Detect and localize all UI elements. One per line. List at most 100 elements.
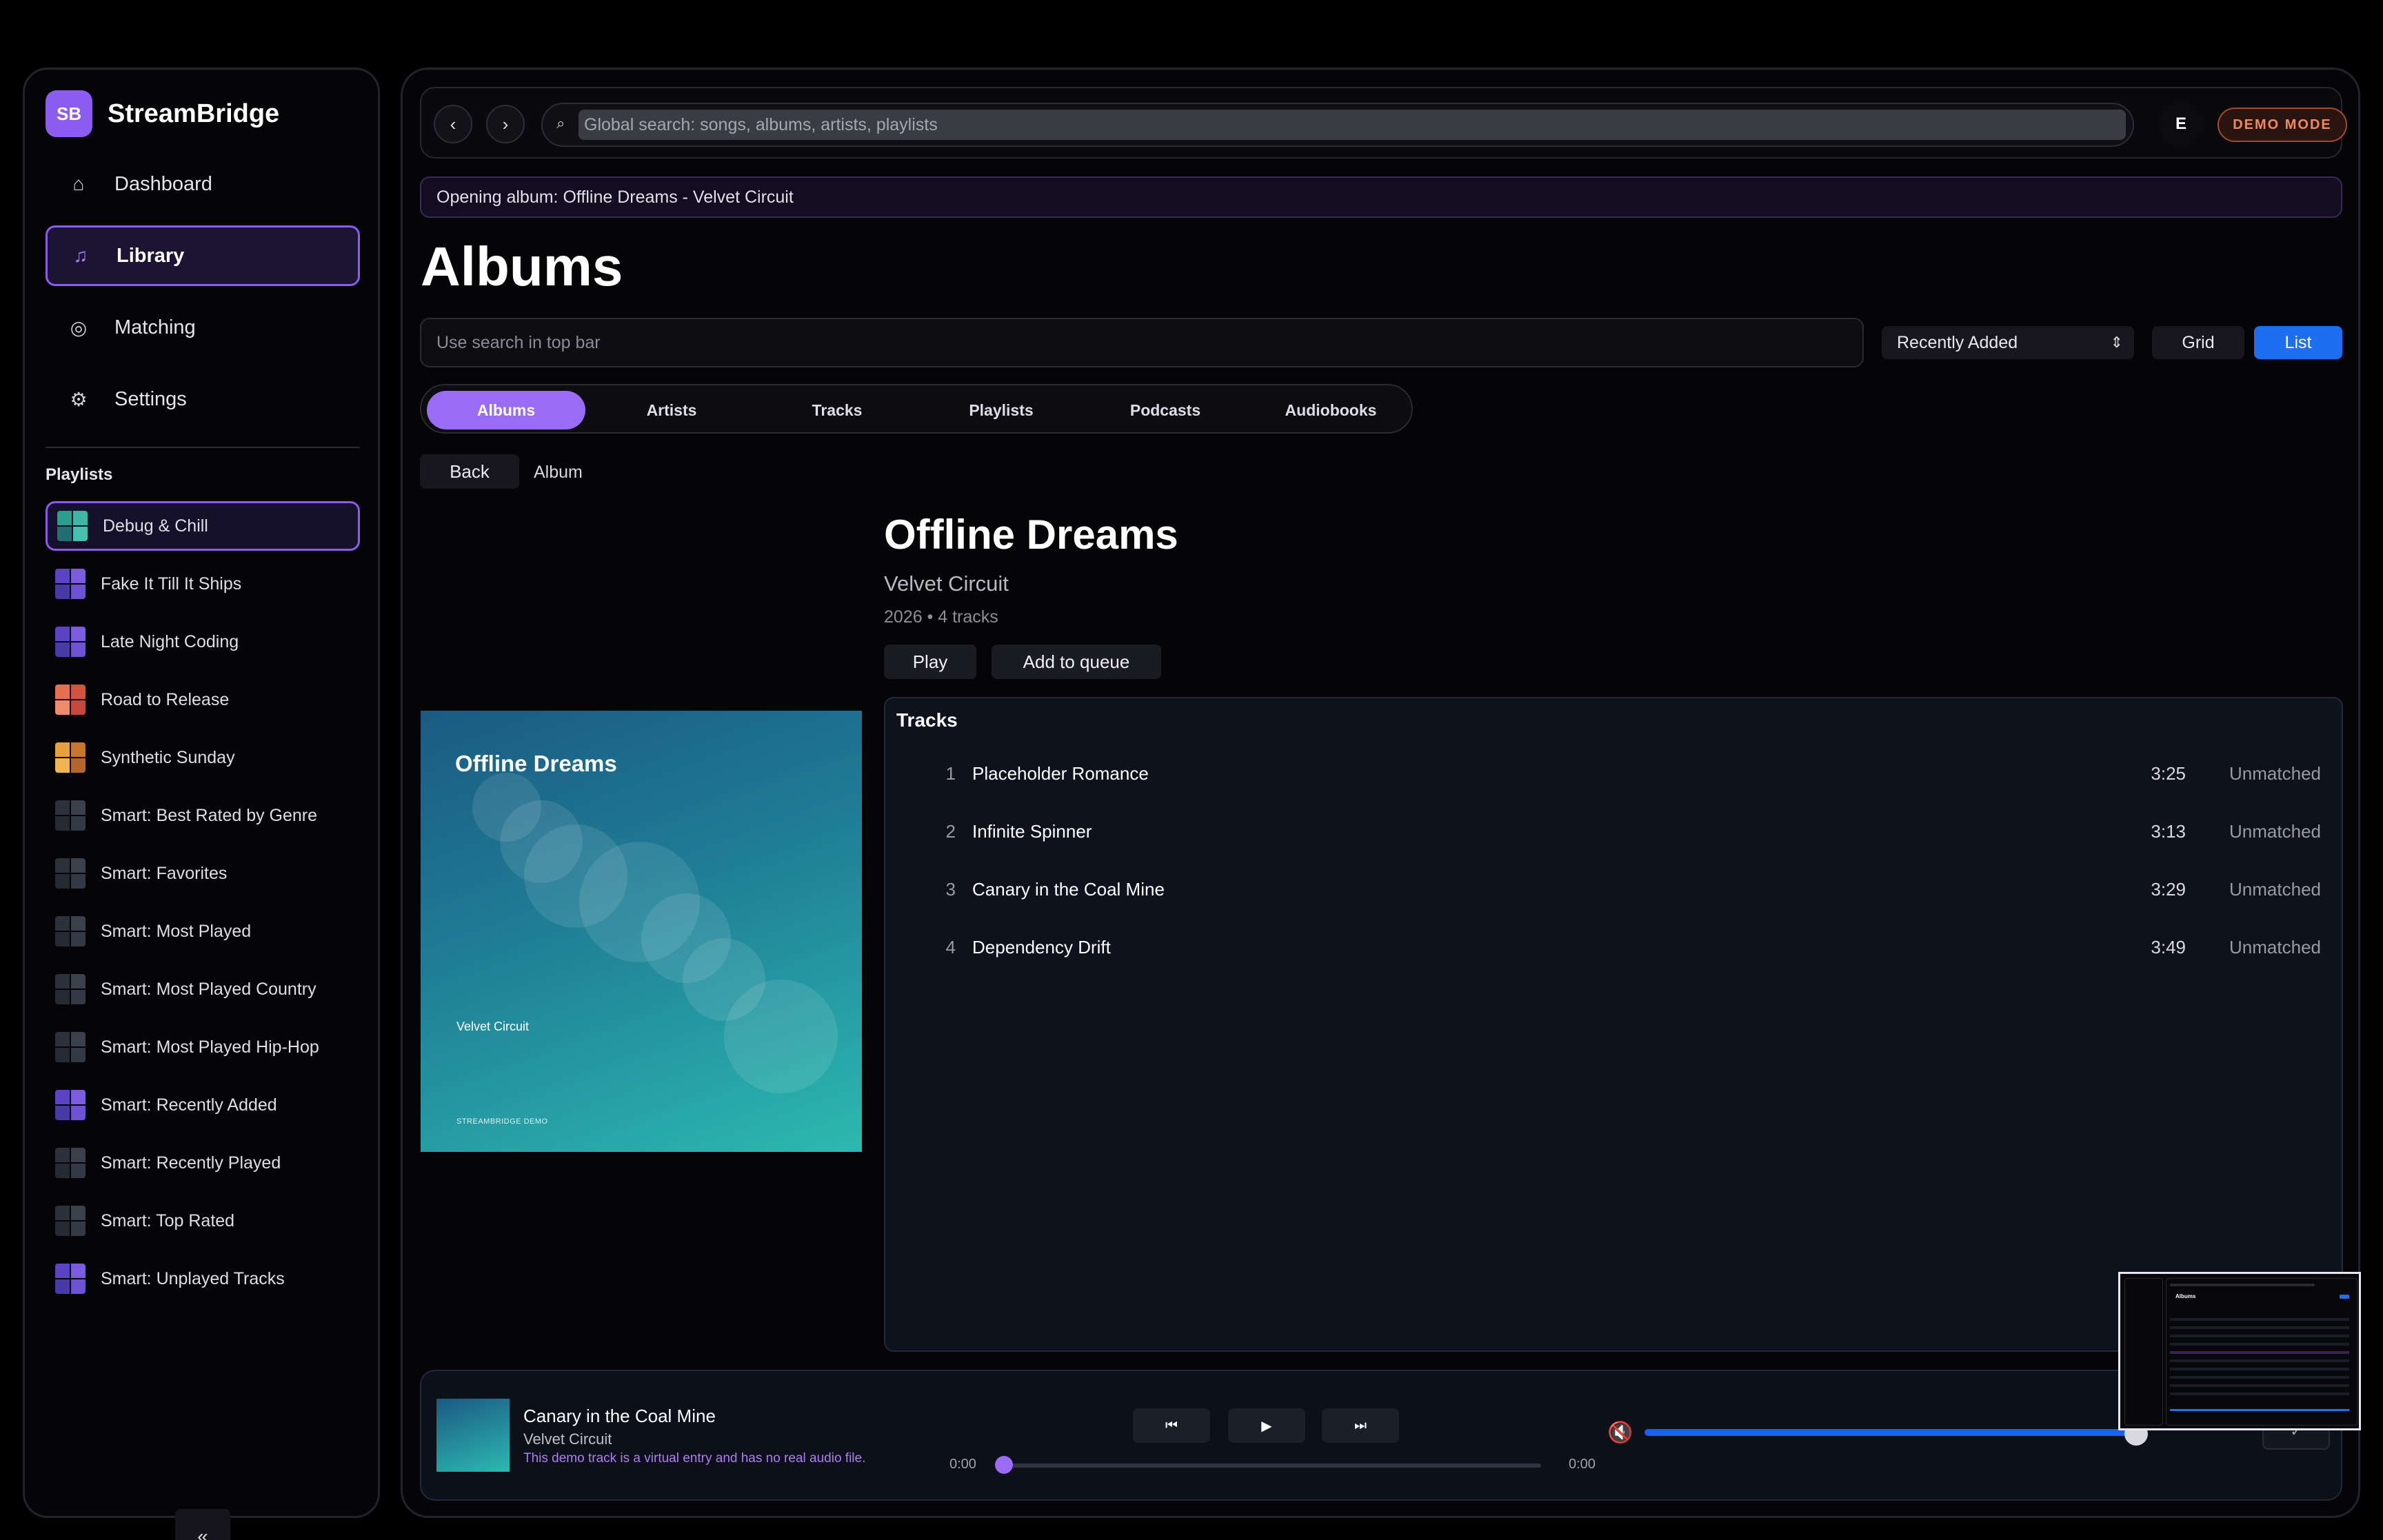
music-note-icon: ♫ [73,245,88,266]
playlist-label: Smart: Most Played Country [101,979,316,999]
demo-track-note: This demo track is a virtual entry and h… [523,1451,866,1466]
playlist-item[interactable]: Road to Release [46,675,360,725]
play-album-button[interactable]: Play [884,645,976,679]
breadcrumb: Album [534,463,583,482]
play-pause-button[interactable]: ▶ [1228,1408,1305,1443]
playlist-cover-icon [55,858,86,889]
elapsed-time: 0:00 [949,1457,976,1472]
brand-name: StreamBridge [108,99,280,128]
brand-logo: SB [46,90,92,137]
album-artist[interactable]: Velvet Circuit [884,571,1009,596]
tab-playlists[interactable]: Playlists [922,391,1080,429]
playlist-cover-icon [55,627,86,657]
nav-item-library[interactable]: ♫ Library [46,225,360,286]
tab-tracks[interactable]: Tracks [758,391,916,429]
playlist-label: Smart: Recently Added [101,1095,277,1115]
playlist-label: Smart: Top Rated [101,1210,235,1230]
track-number: 2 [945,821,956,842]
playlists-heading: Playlists [46,465,113,484]
volume-muted-icon[interactable]: 🔇 [1607,1421,1633,1445]
playlist-cover-icon [55,1264,86,1294]
tab-albums[interactable]: Albums [427,391,585,429]
track-row[interactable]: 2 Infinite Spinner 3:13 Unmatched [885,803,2342,861]
add-to-queue-button[interactable]: Add to queue [992,645,1161,679]
library-tabs: Albums Artists Tracks Playlists Podcasts… [420,384,1413,434]
back-nav-button[interactable]: ‹ [434,105,472,143]
preview-title: Albums [2175,1293,2196,1299]
playlist-item[interactable]: Smart: Most Played [46,906,360,956]
album-title: Offline Dreams [884,511,1178,558]
playlist-item[interactable]: Smart: Favorites [46,849,360,898]
playlist-item[interactable]: Smart: Most Played Country [46,964,360,1014]
nav-item-dashboard[interactable]: ⌂ Dashboard [46,154,360,214]
tracks-heading: Tracks [896,709,958,731]
track-number: 4 [945,937,956,958]
forward-nav-button[interactable]: › [486,105,525,143]
page-title: Albums [421,236,623,297]
playlist-item[interactable]: Fake It Till It Ships [46,559,360,609]
previous-track-button[interactable]: ⏮ [1133,1408,1210,1443]
playlist-label: Late Night Coding [101,631,239,651]
track-match-status: Unmatched [2229,763,2321,784]
album-cover[interactable]: Offline Dreams Velvet Circuit STREAMBRID… [421,711,862,1152]
playlist-cover-icon [55,1148,86,1178]
track-row[interactable]: 3 Canary in the Coal Mine 3:29 Unmatched [885,861,2342,919]
playlist-item[interactable]: Debug & Chill [46,501,360,551]
playlist-label: Smart: Most Played Hip-Hop [101,1037,319,1057]
track-row[interactable]: 1 Placeholder Romance 3:25 Unmatched [885,745,2342,803]
playlist-item[interactable]: Smart: Unplayed Tracks [46,1254,360,1304]
playlist-cover-icon [55,1032,86,1062]
collapse-sidebar-button[interactable]: « [175,1509,230,1540]
playlist-item[interactable]: Synthetic Sunday [46,733,360,782]
screenshot-preview[interactable]: Albums [2118,1272,2361,1430]
total-time: 0:00 [1569,1457,1596,1472]
playlist-item[interactable]: Smart: Recently Played [46,1138,360,1188]
track-number: 3 [945,879,956,900]
playlist-cover-icon [55,1206,86,1236]
playlist-item[interactable]: Smart: Top Rated [46,1196,360,1246]
preview-sidebar [2124,1278,2163,1426]
playlist-cover-icon [55,916,86,946]
playlist-label: Fake It Till It Ships [101,574,242,594]
avatar[interactable]: E [2159,102,2203,146]
global-search-input[interactable]: Global search: songs, albums, artists, p… [579,110,2126,140]
playlist-item[interactable]: Smart: Most Played Hip-Hop [46,1022,360,1072]
matching-icon: ◎ [70,316,88,338]
volume-slider[interactable] [1645,1429,2134,1436]
sort-select[interactable]: Recently Added ⇕ [1882,326,2134,359]
tab-audiobooks[interactable]: Audiobooks [1251,391,1410,429]
global-search[interactable]: ⌕ Global search: songs, albums, artists,… [541,103,2134,147]
playlist-item[interactable]: Late Night Coding [46,617,360,667]
track-title: Infinite Spinner [972,821,1092,842]
grid-view-button[interactable]: Grid [2152,326,2244,359]
playlist-item[interactable]: Smart: Best Rated by Genre [46,791,360,840]
track-match-status: Unmatched [2229,821,2321,842]
progress-bar[interactable] [1012,1463,1541,1468]
nav-item-settings[interactable]: ⚙ Settings [46,369,360,429]
cover-artist: Velvet Circuit [456,1020,530,1033]
brand[interactable]: SB StreamBridge [46,90,279,137]
album-meta: 2026 • 4 tracks [884,607,998,627]
playlist-label: Smart: Unplayed Tracks [101,1268,285,1288]
track-match-status: Unmatched [2229,879,2321,900]
cover-title: Offline Dreams [455,751,617,776]
back-button[interactable]: Back [420,454,519,489]
playlist-cover-icon [55,742,86,773]
playlist-list: Debug & Chill Fake It Till It Ships Late N… [46,501,360,1312]
now-playing-artist: Velvet Circuit [523,1430,612,1448]
library-search-input[interactable]: Use search in top bar [420,318,1864,367]
sidebar: SB StreamBridge ⌂ Dashboard ♫ Library ◎ … [23,68,380,1540]
track-row[interactable]: 4 Dependency Drift 3:49 Unmatched [885,919,2342,977]
nav-item-matching[interactable]: ◎ Matching [46,297,360,358]
main-nav: ⌂ Dashboard ♫ Library ◎ Matching ⚙ Setti… [46,154,360,440]
nav-item-label: Dashboard [114,172,212,195]
playlist-cover-icon [55,569,86,599]
track-match-status: Unmatched [2229,937,2321,958]
next-track-button[interactable]: ⏭ [1322,1408,1399,1443]
tab-podcasts[interactable]: Podcasts [1086,391,1245,429]
playlist-item[interactable]: Smart: Recently Added [46,1080,360,1130]
tab-artists[interactable]: Artists [592,391,751,429]
list-view-button[interactable]: List [2254,326,2342,359]
progress-knob[interactable] [995,1456,1013,1474]
chevron-updown-icon: ⇕ [2110,334,2123,351]
